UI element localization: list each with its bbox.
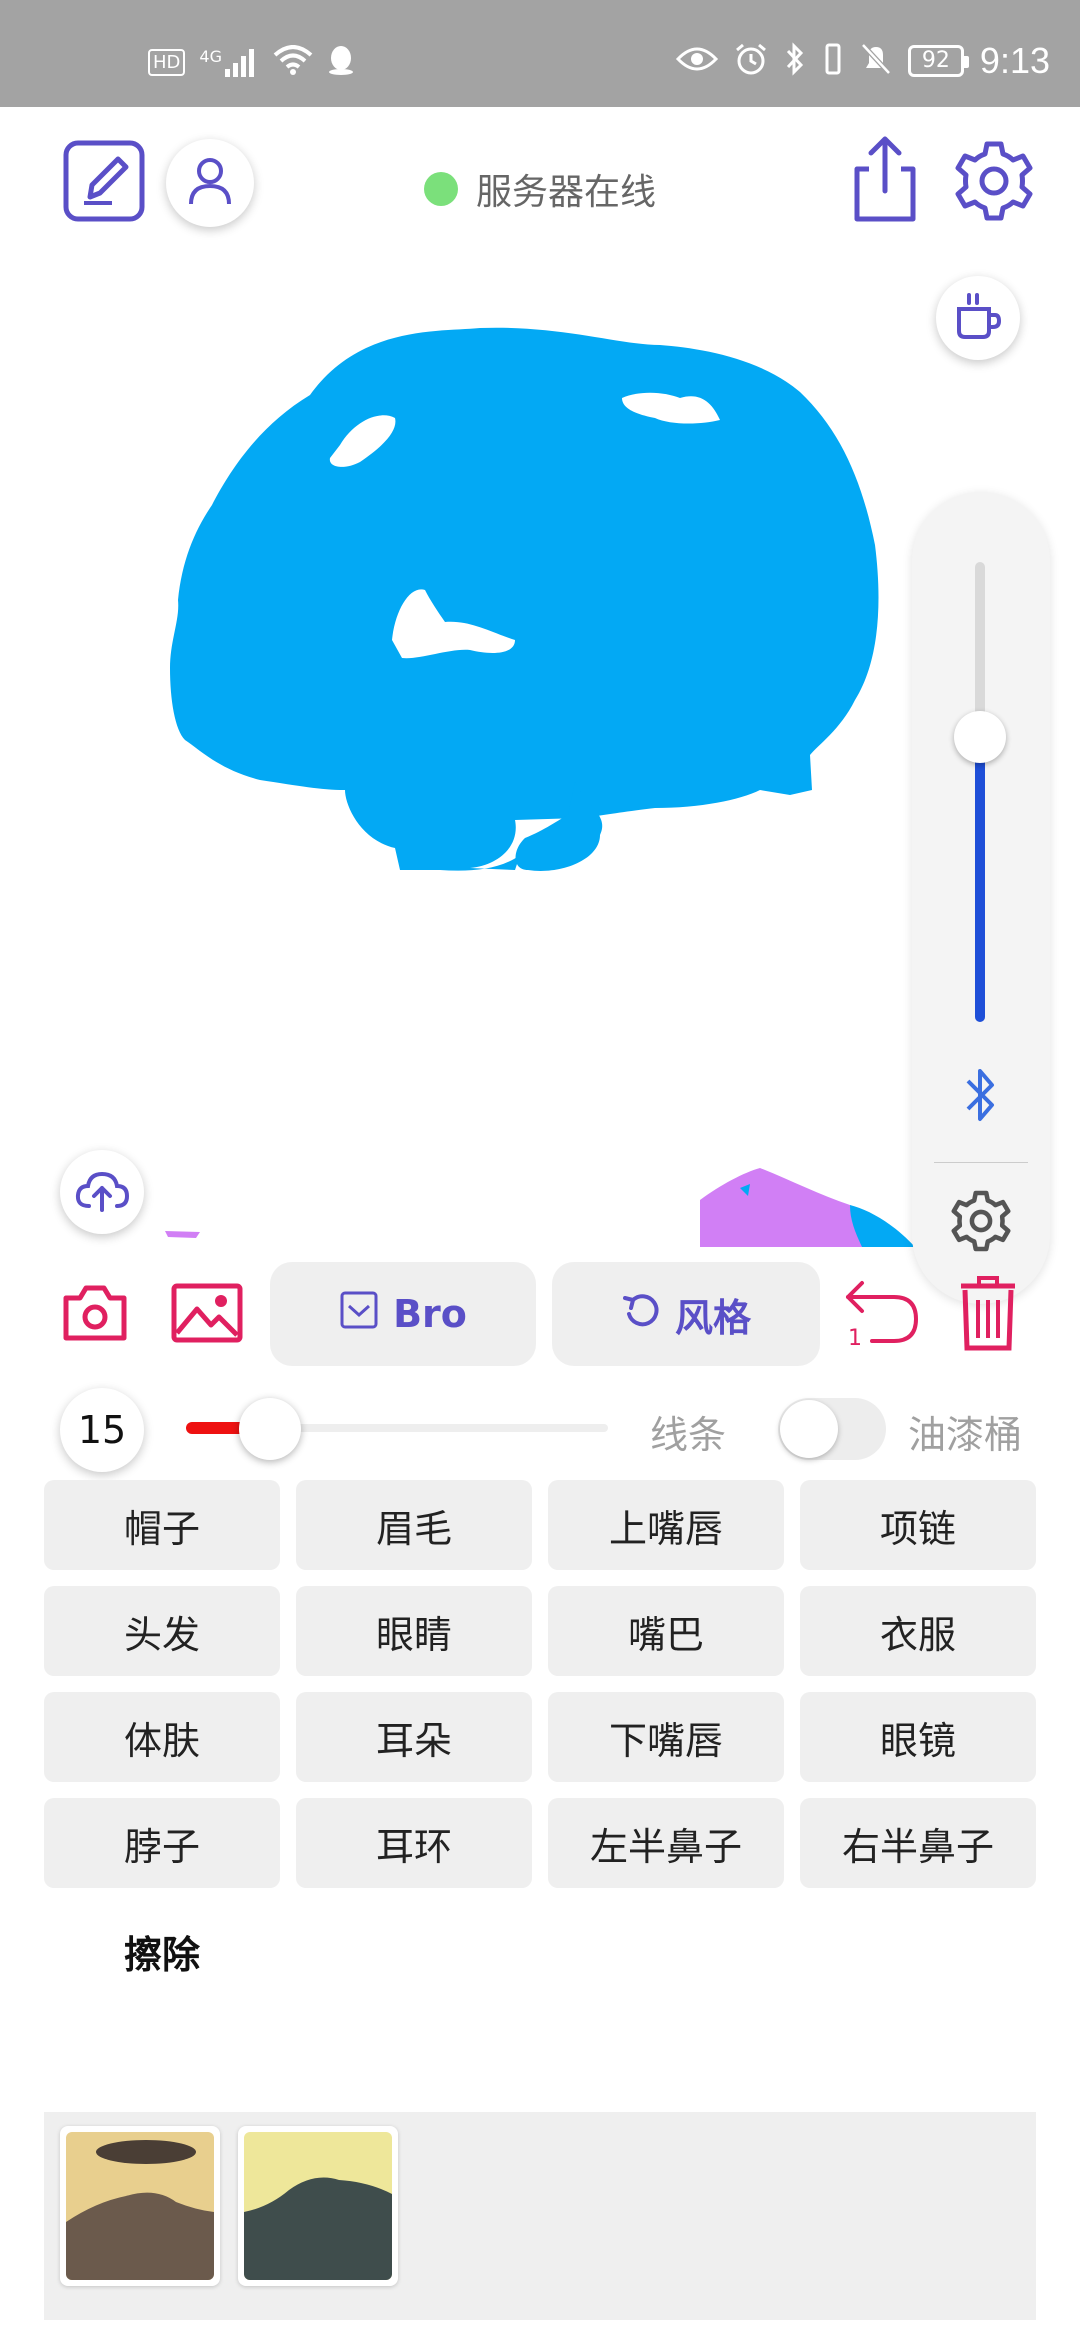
- result-image-art: [66, 2132, 214, 2280]
- result-thumbnail[interactable]: [60, 2126, 220, 2286]
- server-status: 服务器在线: [424, 163, 656, 215]
- erase-button[interactable]: 擦除: [44, 1906, 280, 1996]
- face-part-chip[interactable]: 眉毛: [296, 1480, 532, 1570]
- qq-icon: [327, 44, 355, 80]
- style-button[interactable]: 风格: [552, 1262, 820, 1366]
- coffee-button[interactable]: [936, 276, 1020, 360]
- refresh-icon: [621, 1290, 661, 1339]
- face-part-chip[interactable]: 嘴巴: [548, 1586, 784, 1676]
- gallery-button[interactable]: [170, 1280, 244, 1350]
- trash-icon: [957, 1272, 1019, 1356]
- clock: 9:13: [979, 40, 1050, 81]
- panel-settings-button[interactable]: [946, 1188, 1016, 1258]
- panel-divider: [934, 1162, 1028, 1163]
- paint-bucket-toggle[interactable]: [778, 1398, 886, 1460]
- brush-settings-row: 15 线条 油漆桶: [0, 1380, 1080, 1476]
- face-part-chip[interactable]: 眼睛: [296, 1586, 532, 1676]
- signal-icon: 4G: [199, 47, 259, 77]
- face-part-chip[interactable]: 头发: [44, 1586, 280, 1676]
- image-icon: [171, 1283, 243, 1347]
- camera-icon: [62, 1284, 128, 1346]
- line-mode-label: 线条: [650, 1413, 727, 1457]
- face-part-chip[interactable]: 帽子: [44, 1480, 280, 1570]
- face-part-chip[interactable]: 上嘴唇: [548, 1480, 784, 1570]
- paint-bucket-label: 油漆桶: [908, 1413, 1023, 1457]
- share-button[interactable]: [846, 135, 924, 227]
- bluetooth-status-icon: [784, 42, 806, 80]
- status-left: HD 4G: [148, 44, 355, 80]
- cloud-upload-button[interactable]: [60, 1150, 144, 1234]
- brush-size-thumb[interactable]: [239, 1398, 302, 1460]
- gear-icon: [953, 140, 1035, 226]
- server-status-dot: [424, 172, 458, 206]
- edit-square-icon: [62, 139, 146, 227]
- face-part-chip[interactable]: 项链: [800, 1480, 1036, 1570]
- style-label: 风格: [674, 1295, 751, 1340]
- face-part-chip[interactable]: 脖子: [44, 1798, 280, 1888]
- result-image: [244, 2132, 392, 2280]
- bluetooth-icon: [962, 1063, 1000, 1131]
- profile-button[interactable]: [166, 139, 254, 227]
- undo-count: 1: [848, 1326, 862, 1351]
- status-right: 92 9:13: [675, 40, 1050, 82]
- vibrate-icon: [822, 42, 844, 80]
- person-icon: [187, 156, 233, 210]
- face-part-grid: 帽子 眉毛 上嘴唇 项链头发 眼睛 嘴巴 衣服体肤 耳朵 下嘴唇 眼镜脖子 耳环 左半鼻子 右半鼻子: [44, 1480, 1036, 1888]
- face-part-chip[interactable]: 耳环: [296, 1798, 532, 1888]
- face-part-chip[interactable]: 衣服: [800, 1586, 1036, 1676]
- bluetooth-button[interactable]: [950, 1060, 1012, 1134]
- face-part-chip[interactable]: 右半鼻子: [800, 1798, 1036, 1888]
- result-gallery: [44, 2112, 1036, 2320]
- share-icon: [849, 135, 921, 227]
- cloud-upload-icon: [75, 1168, 130, 1216]
- vertical-slider-fill: [975, 736, 985, 1022]
- alarm-icon: [734, 42, 768, 80]
- coffee-cup-icon: [955, 291, 1002, 345]
- checkbox-square-icon: [339, 1290, 379, 1339]
- wifi-icon: [273, 45, 313, 79]
- eye-icon: [675, 45, 718, 77]
- face-part-chip[interactable]: 下嘴唇: [548, 1692, 784, 1782]
- brush-opacity-panel: [912, 492, 1050, 1304]
- result-image: [66, 2132, 214, 2280]
- mute-icon: [860, 42, 892, 80]
- mask-select-label: Bro: [393, 1292, 467, 1336]
- toggle-knob: [780, 1400, 838, 1458]
- mask-select-button[interactable]: Bro: [270, 1262, 536, 1366]
- result-thumbnail[interactable]: [238, 2126, 398, 2286]
- settings-button[interactable]: [952, 141, 1036, 225]
- hd-badge: HD: [148, 48, 186, 76]
- server-status-text: 服务器在线: [476, 172, 657, 213]
- gear-icon: [950, 1190, 1012, 1256]
- face-part-chip[interactable]: 左半鼻子: [548, 1798, 784, 1888]
- face-part-chip[interactable]: 耳朵: [296, 1692, 532, 1782]
- edit-button[interactable]: [62, 139, 146, 227]
- face-part-chip[interactable]: 体肤: [44, 1692, 280, 1782]
- clear-button[interactable]: [952, 1272, 1024, 1356]
- vertical-slider-thumb[interactable]: [954, 710, 1006, 763]
- face-part-chip[interactable]: 眼镜: [800, 1692, 1036, 1782]
- result-image-art: [244, 2132, 392, 2280]
- brush-size-indicator: 15: [60, 1388, 144, 1472]
- camera-button[interactable]: [58, 1280, 132, 1350]
- status-bar: HD 4G 92 9:13: [0, 0, 1080, 107]
- network-type: 4G: [199, 47, 222, 66]
- battery-indicator: 92: [907, 45, 969, 77]
- tool-row: Bro 风格 1: [0, 1262, 1080, 1368]
- top-bar: 服务器在线: [0, 107, 1080, 267]
